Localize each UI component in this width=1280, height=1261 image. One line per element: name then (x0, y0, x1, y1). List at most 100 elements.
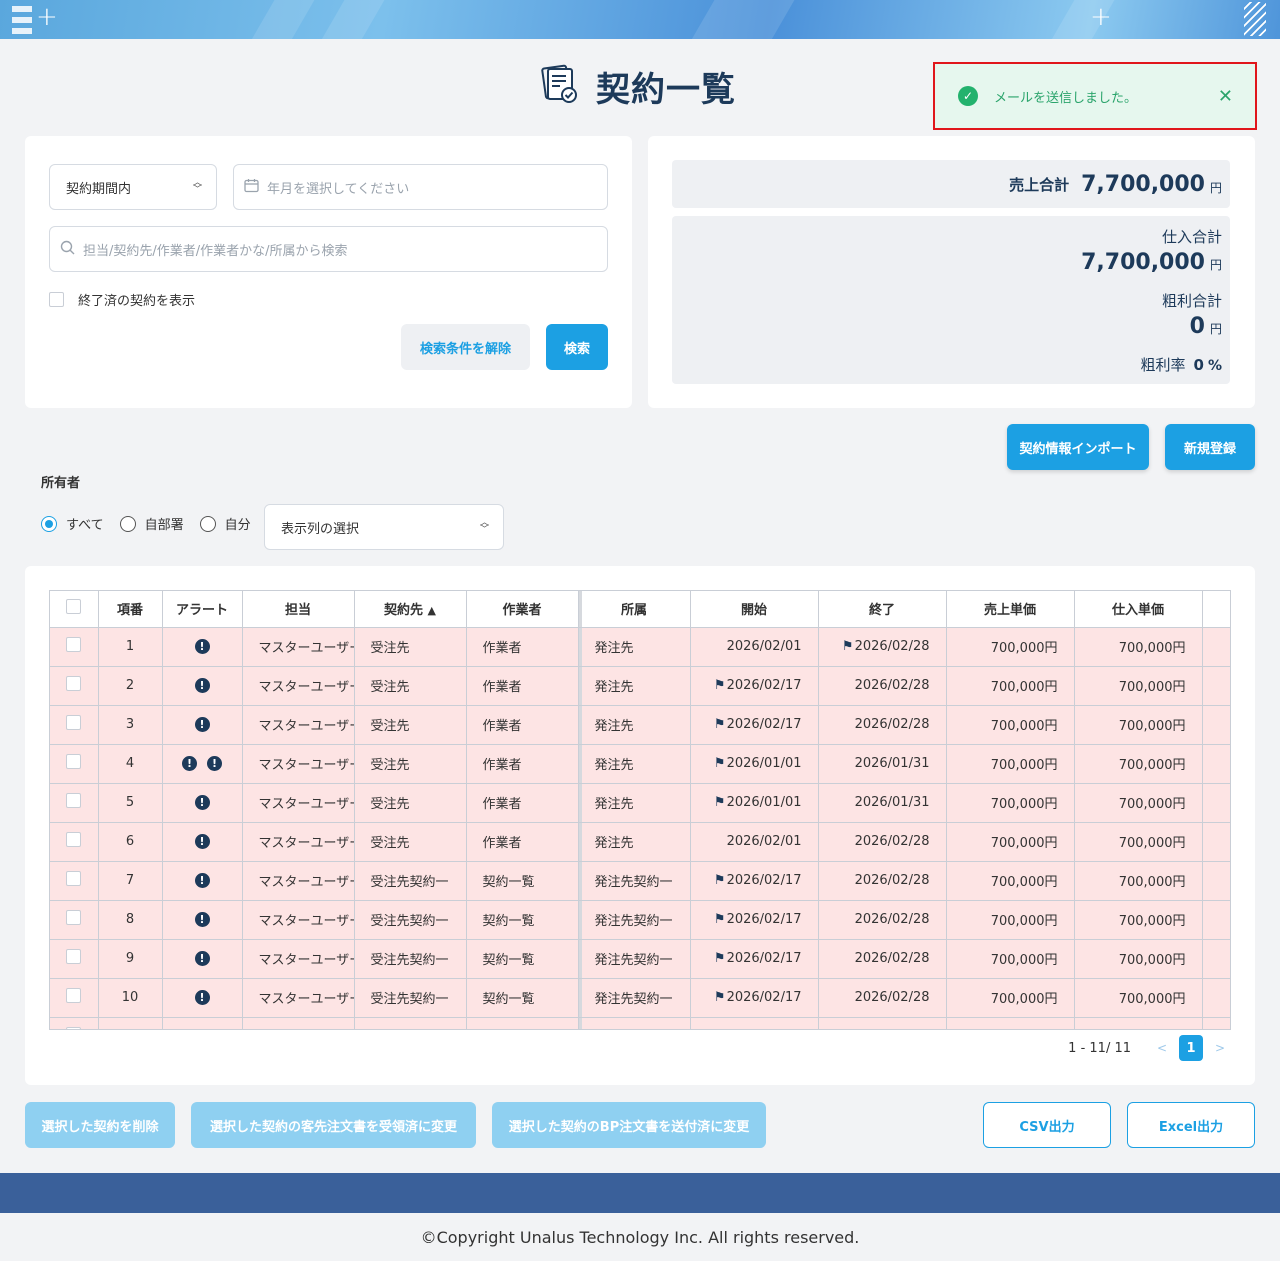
cell-start-value: 2026/02/17 (726, 678, 802, 693)
row-checkbox[interactable] (66, 871, 82, 886)
owner-radio-department[interactable]: 自部署 (119, 514, 184, 533)
month-picker-input[interactable]: 年月を選択してください (233, 164, 608, 210)
cell-affiliation: 発注先 (578, 666, 691, 706)
chevron-right-icon[interactable]: > (1209, 1037, 1231, 1059)
alert-icon[interactable]: ! (194, 717, 210, 732)
flag-icon: ⚑ (841, 639, 854, 654)
column-select[interactable]: 表示列の選択 ︿ ﹀ (264, 504, 504, 550)
header-affiliation[interactable]: 所属 (578, 591, 691, 628)
cell-sale-price (946, 1017, 1075, 1029)
alert-icon[interactable]: ! (194, 678, 210, 693)
alert-icon[interactable]: ! (195, 1029, 210, 1030)
alert-icon[interactable]: ! (194, 912, 210, 927)
table-row[interactable]: 3! マスターユーザー 受注先 作業者 発注先 ⚑2026/02/17 2026/02/28… (50, 705, 1230, 745)
alert-icon[interactable]: ! (194, 795, 210, 810)
search-button[interactable]: 検索 (546, 324, 608, 370)
cell-tanto: マスターユーザー (242, 627, 355, 667)
table-row[interactable]: ! (50, 1017, 1230, 1030)
header-cost-price[interactable]: 仕入単価 (1074, 591, 1203, 628)
header-worker[interactable]: 作業者 (466, 591, 579, 628)
summary-panel: 売上合計 7,700,000 円 仕入合計 7,700,000 円 粗利合計 0… (648, 136, 1255, 408)
period-select[interactable]: 契約期間内 ︿ ﹀ (49, 164, 217, 210)
csv-export-button[interactable]: CSV出力 (983, 1102, 1111, 1148)
alert-icon[interactable]: ! (194, 951, 210, 966)
cell-client: 受注先契約一 (354, 978, 467, 1018)
table-row[interactable]: 6! マスターユーザー 受注先 作業者 発注先 2026/02/01 2026/02/28 7… (50, 822, 1230, 862)
row-checkbox[interactable] (66, 1027, 82, 1029)
row-select-cell[interactable] (50, 627, 99, 667)
table-row[interactable]: 7! マスターユーザー 受注先契約一 契約一覧 発注先契約一 ⚑2026/02/17 202… (50, 861, 1230, 901)
row-checkbox[interactable] (66, 754, 82, 769)
header-spacer (1202, 591, 1230, 628)
keyword-search-input[interactable]: 担当/契約先/作業者/作業者かな/所属から検索 (49, 226, 608, 272)
header-no[interactable]: 項番 (98, 591, 163, 628)
chevron-left-icon[interactable]: < (1151, 1037, 1173, 1059)
show-finished-checkbox[interactable] (49, 292, 64, 307)
alert-icon[interactable]: ! (194, 873, 210, 888)
select-all-cell[interactable] (50, 591, 99, 628)
row-select-cell[interactable] (50, 705, 99, 745)
table-row[interactable]: 10! マスターユーザー 受注先契約一 契約一覧 発注先契約一 ⚑2026/02/17 20… (50, 978, 1230, 1018)
owner-radio-self[interactable]: 自分 (199, 514, 251, 533)
mark-bp-order-sent-button[interactable]: 選択した契約のBP注文書を送付済に変更 (492, 1102, 766, 1148)
row-checkbox[interactable] (66, 832, 82, 847)
delete-selected-button[interactable]: 選択した契約を削除 (25, 1102, 175, 1148)
close-icon[interactable]: ✕ (1218, 86, 1233, 107)
table-row[interactable]: 9! マスターユーザー 受注先契約一 契約一覧 発注先契約一 ⚑2026/02/17 202… (50, 939, 1230, 979)
row-checkbox[interactable] (66, 988, 82, 1003)
header-start[interactable]: 開始 (690, 591, 819, 628)
row-select-cell[interactable] (50, 1017, 99, 1029)
table-row[interactable]: 8! マスターユーザー 受注先契約一 契約一覧 発注先契約一 ⚑2026/02/17 202… (50, 900, 1230, 940)
page-number-button[interactable]: 1 (1179, 1035, 1203, 1061)
menu-icon[interactable] (12, 6, 32, 34)
table-row[interactable]: 1! マスターユーザー 受注先 作業者 発注先 2026/02/01 ⚑2026/02/28… (50, 627, 1230, 667)
cell-start: ⚑2026/02/17 (690, 978, 819, 1018)
row-select-cell[interactable] (50, 978, 99, 1018)
sort-ascending-icon: ▲ (427, 604, 436, 618)
row-select-cell[interactable] (50, 744, 99, 784)
row-checkbox[interactable] (66, 715, 82, 730)
row-select-cell[interactable] (50, 900, 99, 940)
cell-spacer (1202, 861, 1230, 901)
row-checkbox[interactable] (66, 910, 82, 925)
row-checkbox[interactable] (66, 793, 82, 808)
cell-no: 4 (98, 744, 163, 784)
header-sale-price[interactable]: 売上単価 (946, 591, 1075, 628)
cell-end-value: 2026/02/28 (854, 678, 930, 693)
import-button[interactable]: 契約情報インポート (1007, 424, 1149, 470)
row-select-cell[interactable] (50, 783, 99, 823)
flag-icon: ⚑ (713, 873, 726, 888)
cell-worker (466, 1017, 579, 1029)
select-all-checkbox[interactable] (66, 599, 82, 615)
row-checkbox[interactable] (66, 949, 82, 964)
table-row[interactable]: 5! マスターユーザー 受注先 作業者 発注先 ⚑2026/01/01 2026/01/31… (50, 783, 1230, 823)
alert-icon[interactable]: ! (194, 834, 210, 849)
header-alert[interactable]: アラート (162, 591, 243, 628)
alert-icon[interactable]: ! (194, 639, 210, 654)
mark-client-order-received-button[interactable]: 選択した契約の客先注文書を受領済に変更 (191, 1102, 476, 1148)
alert-icon[interactable]: ! (194, 990, 210, 1005)
table-row[interactable]: 4!! マスターユーザー 受注先 作業者 発注先 ⚑2026/01/01 2026/01/3… (50, 744, 1230, 784)
clear-search-button[interactable]: 検索条件を解除 (401, 324, 530, 370)
cell-start-value: 2026/02/17 (726, 873, 802, 888)
cell-end-value: 2026/02/28 (854, 834, 930, 849)
row-select-cell[interactable] (50, 666, 99, 706)
excel-export-button[interactable]: Excel出力 (1127, 1102, 1255, 1148)
table-row[interactable]: 2! マスターユーザー 受注先 作業者 発注先 ⚑2026/02/17 2026/02/28… (50, 666, 1230, 706)
owner-radio-all[interactable]: すべて (41, 514, 104, 533)
cell-start-value: 2026/02/17 (726, 951, 802, 966)
row-checkbox[interactable] (66, 637, 82, 652)
row-checkbox[interactable] (66, 676, 82, 691)
header-client[interactable]: 契約先 ▲ (354, 591, 467, 628)
header-tanto[interactable]: 担当 (242, 591, 355, 628)
new-register-button[interactable]: 新規登録 (1165, 424, 1255, 470)
cell-client: 受注先 (354, 627, 467, 667)
row-select-cell[interactable] (50, 939, 99, 979)
cell-client: 受注先契約一 (354, 900, 467, 940)
alert-icon[interactable]: ! (182, 756, 197, 771)
cell-worker: 契約一覧 (466, 978, 579, 1018)
alert-icon[interactable]: ! (207, 756, 222, 771)
row-select-cell[interactable] (50, 861, 99, 901)
header-end[interactable]: 終了 (818, 591, 947, 628)
row-select-cell[interactable] (50, 822, 99, 862)
